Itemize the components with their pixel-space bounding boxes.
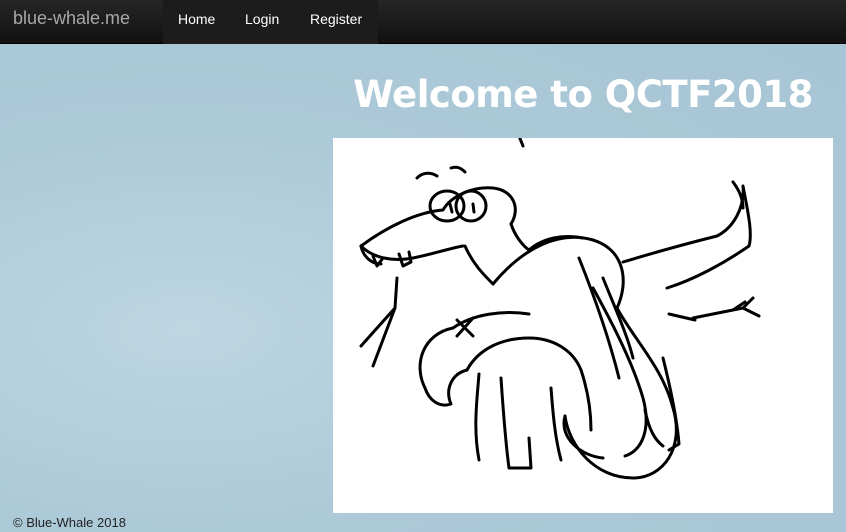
nav-register-link[interactable]: Register (295, 0, 378, 44)
nav-home-link[interactable]: Home (163, 0, 230, 44)
snake-elephant-drawing (333, 138, 833, 513)
footer-copyright: © Blue-Whale 2018 (13, 515, 126, 530)
page-title: Welcome to QCTF2018 (353, 73, 813, 116)
nav-login-link[interactable]: Login (230, 0, 295, 44)
brand-link[interactable]: blue-whale.me (13, 8, 130, 29)
top-navbar: blue-whale.me Home Login Register (0, 0, 846, 44)
